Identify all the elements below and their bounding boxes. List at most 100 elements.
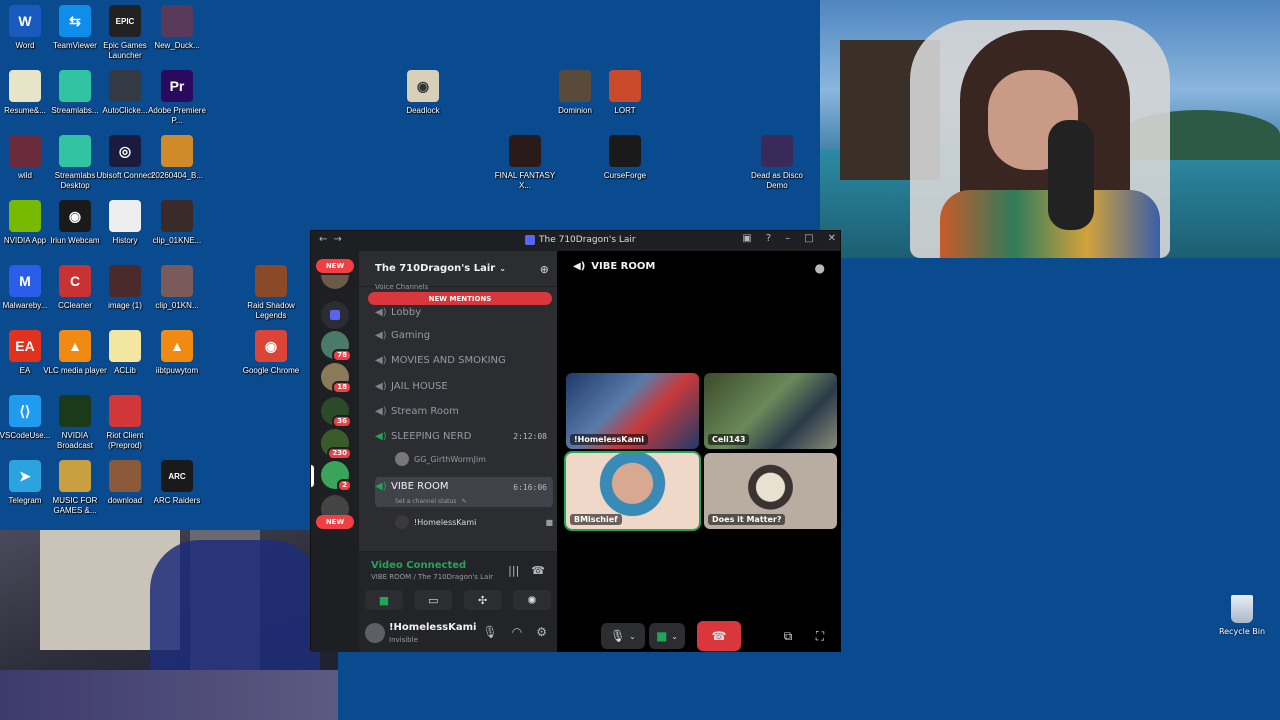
desktop-icon-clip-01kne[interactable]: clip_01KNE... — [145, 200, 209, 246]
new-pill-top[interactable]: NEW — [316, 259, 354, 273]
channel-stream-room[interactable]: ◀) Stream Room — [375, 400, 553, 422]
channel-movies-and-smoking[interactable]: ◀) MOVIES AND SMOKING — [375, 349, 553, 371]
desktop-icon-deadlock[interactable]: ◉ Deadlock — [391, 70, 455, 116]
wild-icon — [9, 135, 41, 167]
desktop-icon-dead-as-disco-demo[interactable]: Dead as Disco Demo — [745, 135, 809, 191]
selected-server-indicator — [311, 465, 314, 487]
server-header[interactable]: The 710Dragon's Lair ⌄ ⊕ — [359, 251, 557, 287]
iriun-webcam-icon: ◉ — [59, 200, 91, 232]
final-fantasy-x-icon — [509, 135, 541, 167]
desktop-icon-label: Recycle Bin — [1218, 627, 1266, 636]
telegram-icon: ➤ — [9, 460, 41, 492]
desktop-icon-label: Resume&... — [4, 106, 46, 115]
voice-status[interactable]: Video Connected — [371, 560, 466, 571]
channel-gaming[interactable]: ◀) Gaming — [375, 324, 553, 346]
inbox-icon[interactable]: ▣ — [742, 233, 751, 244]
deadlock-icon: ◉ — [407, 70, 439, 102]
desktop-icon-label: FINAL FANTASY X... — [494, 171, 556, 190]
voice-channels-category[interactable]: Voice Channels — [375, 283, 428, 291]
server-icon[interactable]: 78 — [321, 331, 352, 362]
invite-people-icon[interactable]: ⊕ — [540, 263, 549, 276]
channel-name: JAIL HOUSE — [391, 380, 448, 392]
leave-call-button[interactable]: ☎ — [697, 621, 741, 651]
video-tile[interactable]: BMischief — [564, 451, 701, 531]
channel-sleeping-nerd[interactable]: ◀) SLEEPING NERD 2:12:08 — [375, 425, 553, 447]
avatar — [395, 515, 409, 529]
desktop-icon-adobe-premiere-p[interactable]: Pr Adobe Premiere P... — [145, 70, 209, 126]
desktop-icon-final-fantasy-x[interactable]: FINAL FANTASY X... — [493, 135, 557, 191]
camera-toggle-button[interactable]: ■ ⌄ — [649, 623, 685, 649]
desktop-icon-label: Streamlabs... — [51, 106, 99, 115]
call-controls: 🎙 ⌄ ■ ⌄ ☎ ⧉ ⛶ — [557, 621, 841, 653]
gear-icon[interactable]: ⚙ — [536, 625, 547, 639]
nav-arrows-icon[interactable]: ←→ — [319, 234, 348, 245]
desktop-icon-arc-raiders[interactable]: ARC ARC Raiders — [145, 460, 209, 506]
mention-badge: 18 — [332, 381, 352, 394]
close-button[interactable]: ✕ — [828, 233, 836, 244]
video-tile[interactable]: !HomelessKami — [566, 373, 699, 449]
desktop-icon-curseforge[interactable]: CurseForge — [593, 135, 657, 181]
help-icon[interactable]: ? — [766, 233, 771, 244]
new-pill-bottom[interactable]: NEW — [316, 515, 354, 529]
maximize-button[interactable]: □ — [804, 233, 813, 244]
streamlabs-desktop-icon — [59, 135, 91, 167]
popout-button[interactable]: ⧉ — [779, 623, 797, 649]
channel-status-input[interactable]: Set a channel status ✎ — [395, 498, 466, 505]
video-tile[interactable]: Does it Matter? — [704, 453, 837, 529]
desktop-icon-raid-shadow-legends[interactable]: Raid Shadow Legends — [239, 265, 303, 321]
server-icon-current[interactable]: 2 — [321, 461, 352, 492]
noise-suppression-icon[interactable]: ||| — [508, 564, 519, 577]
speaker-icon: ◀) — [375, 306, 387, 318]
soundboard-button[interactable]: ✺ — [512, 590, 551, 610]
vscodeuse-icon: ⟨⟩ — [9, 395, 41, 427]
voice-member[interactable]: GG_GirthWormJim — [395, 452, 486, 466]
headphones-icon[interactable]: ◠ — [512, 625, 522, 639]
pencil-icon: ✎ — [461, 498, 467, 505]
avatar[interactable] — [365, 623, 385, 643]
server-icon[interactable]: 36 — [321, 397, 352, 428]
chat-bubble-icon[interactable]: ● — [815, 261, 825, 275]
mention-badge: 78 — [332, 349, 352, 362]
server-icon[interactable]: 230 — [321, 429, 352, 460]
minimize-button[interactable]: – — [785, 233, 790, 244]
voice-member[interactable]: !HomelessKami ■ — [395, 515, 555, 529]
new-duck-icon — [161, 5, 193, 37]
aclib-icon — [109, 330, 141, 362]
desktop-icon-lort[interactable]: LORT — [593, 70, 657, 116]
server-icon[interactable] — [321, 275, 349, 289]
desktop-icon-recycle-bin[interactable]: Recycle Bin — [1218, 595, 1266, 636]
activities-button[interactable]: ✣ — [463, 590, 502, 610]
20260404-b-icon — [161, 135, 193, 167]
arc-raiders-icon: ARC — [161, 460, 193, 492]
disconnect-icon[interactable]: ☎ — [531, 564, 545, 577]
camera-button[interactable]: ■ — [365, 590, 403, 610]
channel-jail-house[interactable]: ◀) JAIL HOUSE — [375, 375, 553, 397]
mute-button[interactable]: 🎙 ⌄ — [601, 623, 645, 649]
desktop-icon-new-duck[interactable]: New_Duck... — [145, 5, 209, 51]
desktop-icon-label: LORT — [614, 106, 636, 115]
desktop-icon-google-chrome[interactable]: ◉ Google Chrome — [239, 330, 303, 376]
microphone-icon[interactable]: 🎙 — [483, 625, 498, 639]
word-icon: W — [9, 5, 41, 37]
window-title: The 710Dragon's Lair — [525, 235, 636, 245]
nvidia-broadcast-icon — [59, 395, 91, 427]
hang-up-icon: ☎ — [711, 629, 727, 643]
server-icon[interactable]: 18 — [321, 363, 352, 394]
desktop-icon-20260404-b[interactable]: 20260404_B... — [145, 135, 209, 181]
channel-timer: 2:12:08 — [513, 431, 547, 441]
desktop-icon-clip-01kn[interactable]: clip_01KN... — [145, 265, 209, 311]
voice-location[interactable]: VIBE ROOM / The 710Dragon's Lair — [371, 573, 493, 581]
video-tile[interactable]: Celi143 — [704, 373, 837, 449]
desktop-icon-label: EA — [19, 366, 31, 375]
desktop-icon-iibtpuwytom[interactable]: ▲ iibtpuwytom — [145, 330, 209, 376]
desktop-icon-label: 20260404_B... — [150, 171, 204, 180]
desktop-icon-label: CurseForge — [603, 171, 647, 180]
channel-timer: 6:16:06 — [513, 483, 547, 492]
server-folder-icon[interactable] — [321, 301, 349, 329]
username[interactable]: !HomelessKami — [389, 622, 476, 633]
fullscreen-button[interactable]: ⛶ — [811, 623, 829, 649]
desktop-icon-riot-client-preprod[interactable]: Riot Client (Preprod) — [93, 395, 157, 451]
channel-lobby[interactable]: ◀) Lobby — [375, 301, 553, 323]
desktop-icon-label: NVIDIA App — [3, 236, 47, 245]
screen-share-button[interactable]: ▭ — [414, 590, 453, 610]
